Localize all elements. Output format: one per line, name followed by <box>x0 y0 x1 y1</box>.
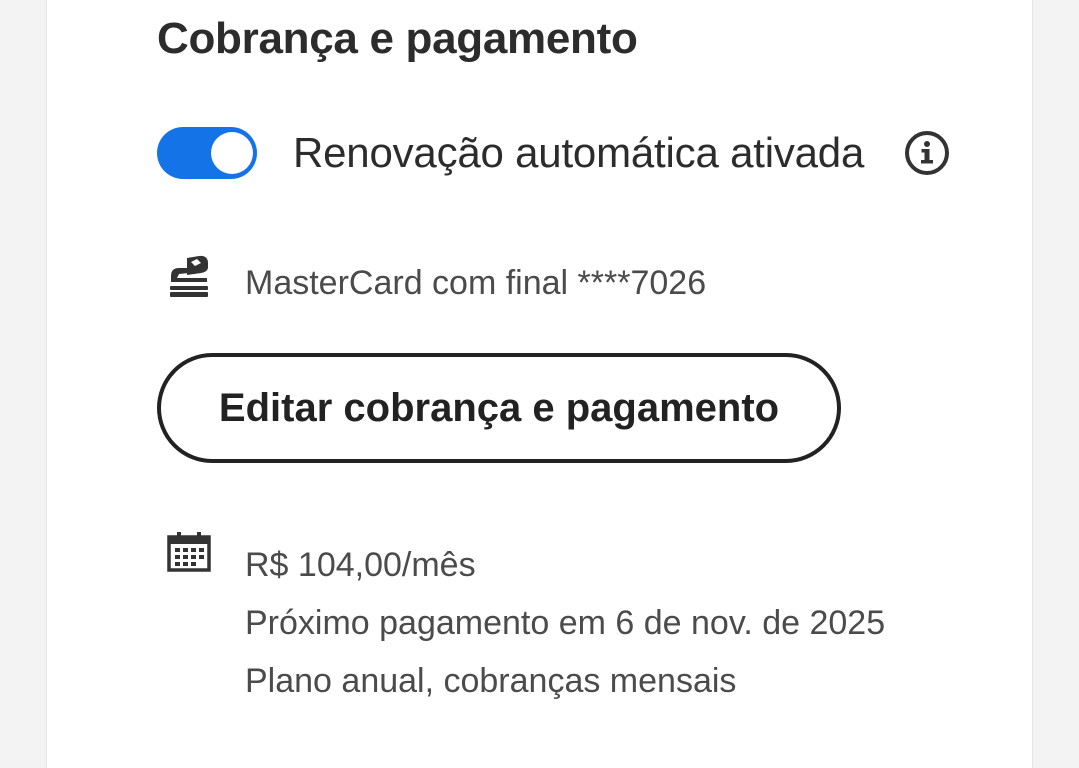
auto-renew-row: Renovação automática ativada <box>157 126 950 180</box>
billing-card: Cobrança e pagamento Renovação automátic… <box>46 0 1033 768</box>
credit-card-hand-icon <box>167 254 211 300</box>
auto-renew-label: Renovação automática ativada <box>293 129 865 176</box>
edit-billing-button[interactable]: Editar cobrança e pagamento <box>157 353 841 463</box>
billing-price: R$ 104,00/mês <box>245 546 476 584</box>
next-payment-date: Próximo pagamento em 6 de nov. de 2025 <box>245 604 886 642</box>
toggle-knob <box>211 132 253 174</box>
info-icon[interactable] <box>904 130 950 176</box>
calendar-icon <box>167 532 211 572</box>
plan-description: Plano anual, cobranças mensais <box>245 662 737 700</box>
auto-renew-toggle[interactable] <box>157 127 257 179</box>
section-title: Cobrança e pagamento <box>157 14 638 63</box>
payment-method-row: MasterCard com final ****7026 <box>167 250 706 303</box>
billing-lines: R$ 104,00/mês Próximo pagamento em 6 de … <box>245 536 885 710</box>
payment-method-text: MasterCard com final ****7026 <box>245 264 707 302</box>
